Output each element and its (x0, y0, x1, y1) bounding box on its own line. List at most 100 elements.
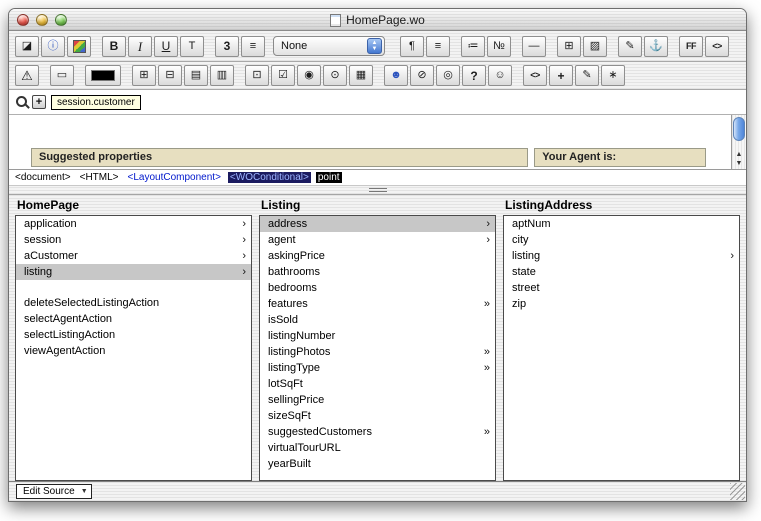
italic-button[interactable]: I (128, 36, 152, 57)
heading-level-button[interactable]: 3 (215, 36, 239, 57)
property-row[interactable]: selectAgentAction (16, 311, 251, 327)
property-row[interactable]: session › (16, 232, 251, 248)
magnifier-icon[interactable] (14, 94, 30, 110)
property-row[interactable]: street (504, 280, 739, 296)
bold-button[interactable]: B (102, 36, 126, 57)
bullseye-icon[interactable]: ◎ (436, 65, 460, 86)
element-path-bar: <document> <HTML> <LayoutComponent> <WOC… (9, 170, 746, 186)
horizontal-rule-icon[interactable]: — (522, 36, 546, 57)
radio-button-icon[interactable]: ◉ (297, 65, 321, 86)
chevron-right-icon: › (482, 218, 490, 230)
plus-crosshair-icon[interactable]: + (549, 65, 573, 86)
wo-source-button[interactable]: <> (705, 36, 729, 57)
property-row[interactable]: viewAgentAction (16, 343, 251, 359)
property-row[interactable]: sellingPrice (260, 392, 495, 408)
pane-splitter[interactable] (9, 186, 746, 195)
resize-grip[interactable] (730, 483, 745, 500)
chevron-right-icon: › (482, 234, 490, 246)
property-row[interactable]: listingPhotos » (260, 344, 495, 360)
path-item[interactable]: <WOConditional> (228, 172, 311, 183)
browser-column-title: HomePage (15, 196, 252, 215)
path-item[interactable]: <document> (13, 172, 73, 183)
warning-triangle-icon[interactable]: ⚠ (15, 65, 39, 86)
person-icon[interactable]: ☻ (384, 65, 408, 86)
format-popup[interactable]: None ▲▼ (273, 36, 385, 56)
table-rows-icon[interactable]: ▤ (184, 65, 208, 86)
scrollbar-thumb[interactable] (733, 117, 745, 141)
code-brackets-icon[interactable]: <> (523, 65, 547, 86)
info-icon[interactable]: ⓘ (41, 36, 65, 57)
property-row[interactable]: selectListingAction (16, 327, 251, 343)
path-item[interactable]: <LayoutComponent> (126, 172, 223, 183)
pilcrow-button[interactable]: ¶ (400, 36, 424, 57)
person-outline-icon[interactable]: ☺ (488, 65, 512, 86)
palette-icon[interactable] (67, 36, 91, 57)
minimize-button[interactable] (36, 14, 48, 26)
pen-icon[interactable]: ✎ (618, 36, 642, 57)
draw-tool-icon[interactable]: ✎ (575, 65, 599, 86)
paragraph-style-icon[interactable]: ≡ (241, 36, 265, 57)
property-row[interactable]: address › (260, 216, 495, 232)
monitor-icon[interactable]: ▦ (349, 65, 373, 86)
asterisk-icon[interactable]: ∗ (601, 65, 625, 86)
property-row[interactable]: agent › (260, 232, 495, 248)
chevron-right-icon: › (726, 250, 734, 262)
black-color-well[interactable] (85, 65, 121, 86)
property-row[interactable]: listingNumber (260, 328, 495, 344)
object-browser: HomePage application › session › (9, 195, 746, 481)
property-row[interactable]: askingPrice (260, 248, 495, 264)
property-row[interactable]: state (504, 264, 739, 280)
zoom-button[interactable] (55, 14, 67, 26)
property-row[interactable]: listingType » (260, 360, 495, 376)
numbered-list-icon[interactable]: № (487, 36, 511, 57)
property-row[interactable]: listing › (16, 264, 251, 280)
table-grid-icon[interactable]: ⊞ (132, 65, 156, 86)
table-columns-icon[interactable]: ▥ (210, 65, 234, 86)
property-row (16, 280, 251, 295)
frames-button[interactable]: FF (679, 36, 703, 57)
anchor-icon[interactable]: ⚓ (644, 36, 668, 57)
vertical-scrollbar[interactable]: ▲ ▼ (731, 115, 746, 169)
add-key-button[interactable]: + (32, 95, 46, 109)
property-row[interactable]: lotSqFt (260, 376, 495, 392)
bullet-list-icon[interactable]: ≔ (461, 36, 485, 57)
property-row[interactable]: bedrooms (260, 280, 495, 296)
checkbox-icon[interactable]: ☑ (271, 65, 295, 86)
path-item[interactable]: point (316, 172, 342, 183)
table-remove-icon[interactable]: ⊟ (158, 65, 182, 86)
property-row[interactable]: listing › (504, 248, 739, 264)
property-row[interactable]: yearBuilt (260, 456, 495, 472)
teletype-button[interactable]: T (180, 36, 204, 57)
property-row[interactable]: virtualTourURL (260, 440, 495, 456)
align-lines-icon[interactable]: ≡ (426, 36, 450, 57)
scroll-up-icon[interactable]: ▲ (732, 150, 746, 159)
scroll-down-icon[interactable]: ▼ (732, 159, 746, 168)
property-row[interactable]: aptNum (504, 216, 739, 232)
chevron-right-icon: › (238, 266, 246, 278)
image-icon[interactable]: ▨ (583, 36, 607, 57)
path-item[interactable]: <HTML> (78, 172, 121, 183)
property-row[interactable]: sizeSqFt (260, 408, 495, 424)
eraser-icon[interactable]: ◪ (15, 36, 39, 57)
close-button[interactable] (17, 14, 29, 26)
your-agent-header[interactable]: Your Agent is: (534, 148, 706, 167)
property-row[interactable]: features » (260, 296, 495, 312)
title-bar[interactable]: HomePage.wo (9, 9, 746, 31)
property-row[interactable]: application › (16, 216, 251, 232)
edit-source-popup[interactable]: Edit Source ▼ (16, 484, 92, 499)
tab-shape-icon[interactable]: ▭ (50, 65, 74, 86)
property-row[interactable]: isSold (260, 312, 495, 328)
boxed-dot-icon[interactable]: ⊡ (245, 65, 269, 86)
property-row[interactable]: suggestedCustomers » (260, 424, 495, 440)
suggested-properties-header[interactable]: Suggested properties (31, 148, 528, 167)
property-row[interactable]: zip (504, 296, 739, 312)
question-icon[interactable]: ? (462, 65, 486, 86)
property-row[interactable]: deleteSelectedListingAction (16, 295, 251, 311)
table-icon[interactable]: ⊞ (557, 36, 581, 57)
property-row[interactable]: aCustomer › (16, 248, 251, 264)
property-row[interactable]: city (504, 232, 739, 248)
underline-button[interactable]: U (154, 36, 178, 57)
circled-dot-icon[interactable]: ⊙ (323, 65, 347, 86)
slashed-circle-icon[interactable]: ⊘ (410, 65, 434, 86)
property-row[interactable]: bathrooms (260, 264, 495, 280)
